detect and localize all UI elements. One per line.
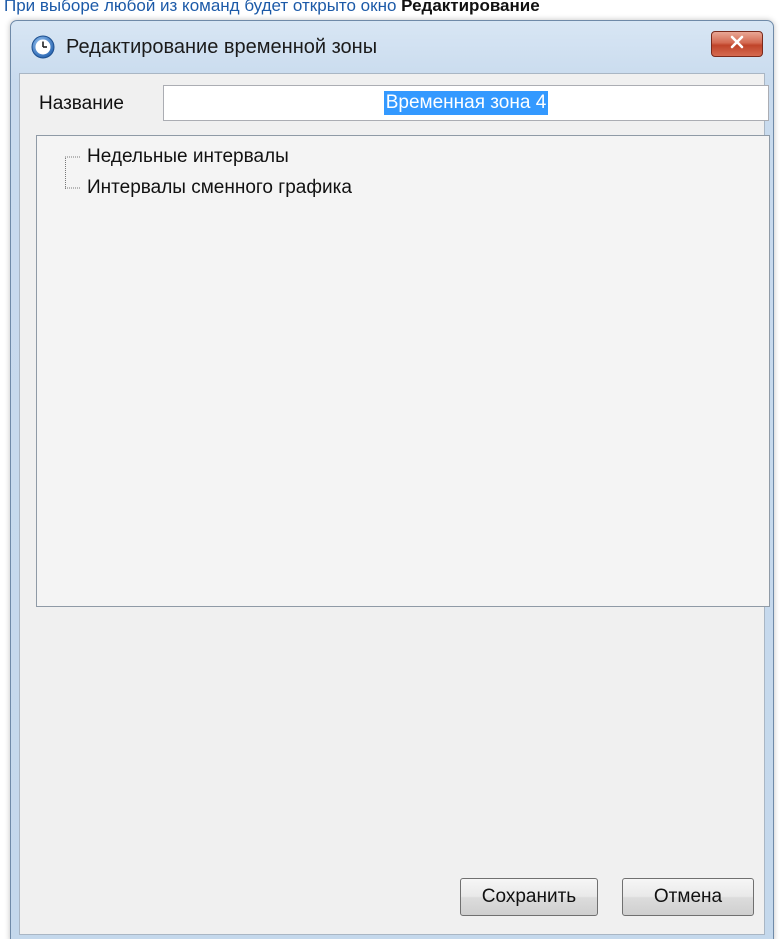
title-bar[interactable]: Редактирование временной зоны: [11, 21, 773, 73]
page-caption: При выборе любой из команд будет открыто…: [0, 0, 782, 18]
window-client-area: Название Временная зона 4 Недельные инте…: [19, 73, 770, 935]
tree-branch-icon: [65, 156, 81, 158]
close-icon: [729, 35, 745, 54]
save-button[interactable]: Сохранить: [460, 878, 598, 916]
tree-item-weekly[interactable]: Недельные интервалы: [65, 146, 289, 168]
caption-text: При выборе любой из команд будет открыто…: [4, 0, 397, 15]
window-title: Редактирование временной зоны: [66, 36, 378, 58]
caption-bold: Редактирование: [401, 0, 540, 15]
intervals-tree[interactable]: Недельные интервалы Интервалы сменного г…: [36, 135, 770, 607]
tree-item-shift[interactable]: Интервалы сменного графика: [65, 177, 352, 199]
tree-item-label: Недельные интервалы: [87, 146, 289, 167]
close-button[interactable]: [711, 31, 763, 57]
name-input[interactable]: Временная зона 4: [163, 85, 769, 121]
edit-time-zone-window: Редактирование временной зоны Название В…: [10, 20, 774, 939]
tree-item-label: Интервалы сменного графика: [87, 177, 352, 198]
clock-icon: [31, 35, 55, 59]
name-input-value: Временная зона 4: [383, 91, 549, 115]
tree-branch-icon: [65, 187, 81, 189]
cancel-button[interactable]: Отмена: [622, 878, 754, 916]
name-label: Название: [39, 93, 124, 114]
